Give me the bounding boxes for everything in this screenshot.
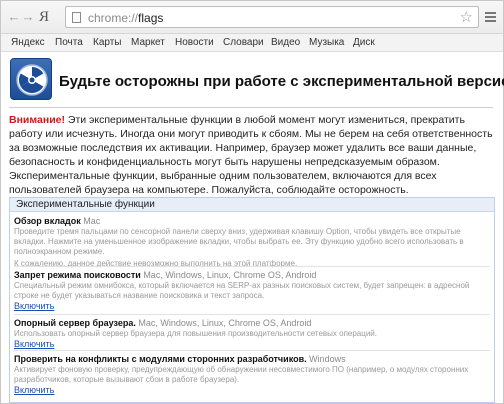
bookmark-star-icon[interactable]: ☆ [460, 8, 473, 26]
experiments-header: Экспериментальные функции [10, 198, 494, 212]
enable-link[interactable]: Включить [14, 385, 490, 396]
bookmark-video[interactable]: Видео [271, 37, 300, 48]
url-scheme: chrome:// [88, 11, 139, 25]
experiment-heading: Запрет режима поисковости Mac, Windows, … [14, 270, 490, 281]
experiment-unsupported-note: К сожалению, данное действие невозможно … [14, 259, 298, 268]
experiment-description: Активирует фоновую проверку, предупрежда… [14, 365, 469, 384]
page-title: Будьте осторожны при работе с эксперимен… [59, 73, 504, 90]
bookmarks-bar: Яндекс Почта Карты Маркет Новости Словар… [1, 34, 503, 52]
experiment-name: Проверить на конфликты с модулями сторон… [14, 354, 307, 364]
experiment-heading: Опорный сервер браузера. Mac, Windows, L… [14, 318, 490, 329]
experiment-name: Опорный сервер браузера. [14, 318, 136, 328]
enable-link[interactable]: Включить [14, 339, 490, 350]
experiment-divider [14, 314, 490, 315]
browser-toolbar: ← → Я chrome://flags ☆ [1, 1, 503, 34]
forward-icon[interactable]: → [21, 10, 35, 24]
address-bar[interactable]: chrome://flags ☆ [65, 6, 479, 28]
experiments-section: Экспериментальные функции Обзор вкладок … [9, 197, 495, 403]
bookmark-disk[interactable]: Диск [353, 37, 375, 48]
experiment-item-reference-server: Опорный сервер браузера. Mac, Windows, L… [10, 318, 494, 350]
experiment-item-tab-overview: Обзор вкладок Mac Проведите тремя пальца… [10, 216, 494, 269]
bookmark-music[interactable]: Музыка [309, 37, 344, 48]
experiment-platforms: Windows [306, 354, 346, 364]
experiment-heading: Проверить на конфликты с модулями сторон… [14, 354, 490, 365]
experiment-name: Обзор вкладок [14, 216, 81, 226]
address-text[interactable]: chrome://flags [88, 11, 163, 25]
experiment-name: Запрет режима поисковости [14, 270, 141, 280]
bookmark-yandex[interactable]: Яндекс [11, 37, 45, 48]
bookmark-news[interactable]: Новости [175, 37, 214, 48]
experiment-platforms: Mac, Windows, Linux, Chrome OS, Android [135, 318, 312, 328]
back-icon[interactable]: ← [7, 10, 21, 24]
experiment-heading: Обзор вкладок Mac [14, 216, 490, 227]
enable-link[interactable]: Включить [14, 301, 490, 312]
experiment-divider [14, 350, 490, 351]
experiment-item-search-mode: Запрет режима поисковости Mac, Windows, … [10, 270, 494, 312]
bookmark-market[interactable]: Маркет [131, 37, 165, 48]
experiment-platforms: Mac [80, 216, 101, 226]
bookmark-maps[interactable]: Карты [93, 37, 122, 48]
page-icon [72, 12, 81, 23]
experiment-description: Специальный режим омнибокса, который вкл… [14, 281, 470, 300]
yandex-logo-button[interactable]: Я [39, 9, 49, 26]
menu-icon[interactable] [485, 12, 496, 24]
experiment-platforms: Mac, Windows, Linux, Chrome OS, Android [140, 270, 317, 280]
experiment-divider [14, 266, 490, 267]
radiation-warning-icon [10, 58, 52, 100]
bookmark-mail[interactable]: Почта [55, 37, 83, 48]
url-path: flags [138, 11, 164, 25]
warning-paragraph: Внимание! Эти экспериментальные функции … [9, 113, 495, 197]
experiment-description: Проведите тремя пальцами по сенсорной па… [14, 227, 464, 256]
experiment-item-module-conflicts: Проверить на конфликты с модулями сторон… [10, 354, 494, 396]
browser-window: ← → Я chrome://flags ☆ Яндекс Почта Карт… [0, 0, 504, 404]
bookmark-dictionaries[interactable]: Словари [223, 37, 264, 48]
warning-label: Внимание! [9, 114, 65, 126]
title-divider [9, 107, 493, 108]
warning-text: Эти экспериментальные функции в любой мо… [9, 114, 493, 196]
flags-page: Будьте осторожны при работе с эксперимен… [1, 53, 504, 403]
experiment-description: Использовать опорный сервер браузера для… [14, 329, 377, 338]
